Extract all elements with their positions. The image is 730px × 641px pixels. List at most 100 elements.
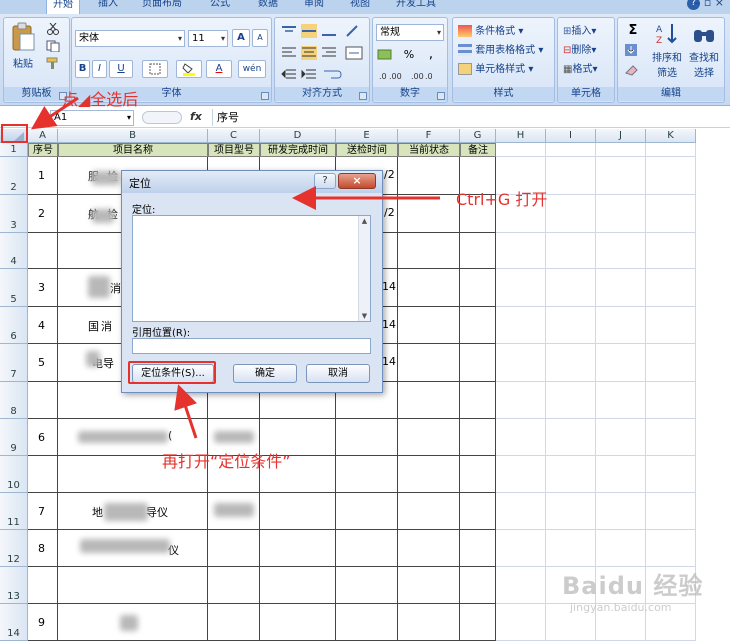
column-header-g[interactable]: G (460, 129, 496, 143)
grow-font-button[interactable]: A (232, 29, 250, 47)
table-cell[interactable] (546, 233, 596, 269)
row-header-3[interactable]: 3 (0, 195, 28, 233)
table-cell[interactable] (460, 419, 496, 456)
row-header-8[interactable]: 8 (0, 382, 28, 419)
column-header-e[interactable]: E (336, 129, 398, 143)
format-as-table-button[interactable]: 套用表格格式 ▾ (458, 41, 543, 56)
format-cells-button[interactable]: ▦格式▾ (563, 60, 597, 75)
paste-button[interactable]: 粘贴 (8, 22, 38, 74)
phonetic-button[interactable]: wén (238, 60, 266, 78)
table-cell[interactable] (546, 530, 596, 567)
table-cell[interactable] (496, 382, 546, 419)
table-cell[interactable] (28, 233, 58, 269)
table-cell[interactable] (496, 419, 546, 456)
table-cell[interactable] (336, 493, 398, 530)
table-cell[interactable] (398, 307, 460, 344)
table-cell[interactable] (460, 307, 496, 344)
table-cell[interactable] (460, 530, 496, 567)
bottom-align-icon[interactable] (321, 24, 337, 38)
italic-button[interactable]: I (92, 60, 107, 78)
tab-home[interactable]: 开始 (46, 0, 80, 14)
table-cell[interactable] (596, 456, 646, 493)
row-header-2[interactable]: 2 (0, 157, 28, 195)
table-cell[interactable] (496, 493, 546, 530)
font-color-button[interactable]: A (206, 60, 232, 78)
cell-styles-button[interactable]: 单元格样式 ▾ (458, 60, 533, 75)
dialog-close-button[interactable]: × (338, 173, 376, 189)
table-cell[interactable] (496, 604, 546, 641)
align-center-icon[interactable] (301, 46, 317, 60)
tab-formulas[interactable]: 公式 (210, 0, 230, 14)
autosum-button[interactable]: Σ (622, 22, 644, 40)
table-cell[interactable] (646, 195, 696, 233)
table-cell[interactable] (596, 382, 646, 419)
copy-icon[interactable] (46, 40, 60, 52)
table-cell[interactable] (546, 195, 596, 233)
table-cell[interactable] (496, 530, 546, 567)
border-button[interactable] (142, 60, 168, 78)
table-cell[interactable] (398, 382, 460, 419)
table-cell[interactable] (546, 382, 596, 419)
shrink-font-button[interactable]: A (252, 29, 268, 47)
increase-decimal-icon[interactable]: .0.00 (379, 68, 405, 82)
row-header-4[interactable]: 4 (0, 233, 28, 269)
goto-list-scrollbar[interactable]: ▲ ▼ (358, 216, 370, 321)
align-right-icon[interactable] (321, 46, 337, 60)
table-cell[interactable] (460, 233, 496, 269)
table-cell[interactable] (646, 269, 696, 307)
table-cell[interactable] (398, 604, 460, 641)
header-cell[interactable]: 研发完成时间 (260, 143, 336, 157)
table-cell[interactable] (208, 567, 260, 604)
table-cell[interactable] (398, 157, 460, 195)
row-header-7[interactable]: 7 (0, 344, 28, 382)
reference-input[interactable] (132, 338, 371, 354)
header-cell[interactable]: 项目名称 (58, 143, 208, 157)
conditional-format-button[interactable]: 条件格式 ▾ (458, 22, 523, 37)
table-cell[interactable] (398, 269, 460, 307)
table-cell[interactable] (460, 269, 496, 307)
tab-review[interactable]: 审阅 (304, 0, 324, 14)
table-cell[interactable] (398, 419, 460, 456)
decrease-indent-icon[interactable] (281, 68, 297, 82)
fx-icon[interactable]: fx (190, 110, 202, 123)
clear-icon[interactable] (624, 63, 640, 77)
table-cell[interactable] (496, 233, 546, 269)
table-cell[interactable] (460, 382, 496, 419)
table-cell[interactable] (496, 567, 546, 604)
header-cell[interactable]: 备注 (460, 143, 496, 157)
align-left-icon[interactable] (281, 46, 297, 60)
number-launcher-icon[interactable] (437, 92, 445, 100)
column-header-k[interactable]: K (646, 129, 696, 143)
header-cell[interactable]: 项目型号 (208, 143, 260, 157)
table-cell[interactable] (398, 233, 460, 269)
table-cell[interactable] (460, 344, 496, 382)
table-cell[interactable] (646, 382, 696, 419)
table-cell[interactable] (596, 195, 646, 233)
table-cell[interactable] (336, 530, 398, 567)
row-header-10[interactable]: 10 (0, 456, 28, 493)
ok-button[interactable]: 确定 (233, 364, 297, 383)
table-cell[interactable] (646, 456, 696, 493)
table-cell[interactable] (546, 456, 596, 493)
sort-filter-button[interactable]: AZ 排序和 筛选 (650, 22, 684, 79)
table-cell[interactable] (260, 567, 336, 604)
tab-insert[interactable]: 插入 (98, 0, 118, 14)
column-header-a[interactable]: A (28, 129, 58, 143)
table-cell[interactable] (646, 493, 696, 530)
column-header-h[interactable]: H (496, 129, 546, 143)
scroll-up-icon[interactable]: ▲ (359, 216, 370, 226)
header-cell[interactable]: 送检时间 (336, 143, 398, 157)
decrease-decimal-icon[interactable]: .00.0 (411, 68, 437, 82)
window-controls[interactable]: – ▫ × (695, 0, 724, 9)
fill-icon[interactable] (624, 43, 640, 57)
alignment-launcher-icon[interactable] (359, 92, 367, 100)
table-cell[interactable] (28, 382, 58, 419)
table-cell[interactable] (596, 493, 646, 530)
tab-page-layout[interactable]: 页面布局 (142, 0, 182, 14)
increase-indent-icon[interactable] (301, 68, 317, 82)
table-cell[interactable] (646, 157, 696, 195)
table-cell[interactable] (398, 530, 460, 567)
column-header-b[interactable]: B (58, 129, 208, 143)
dialog-help-button[interactable]: ? (314, 173, 336, 189)
table-cell[interactable] (496, 269, 546, 307)
